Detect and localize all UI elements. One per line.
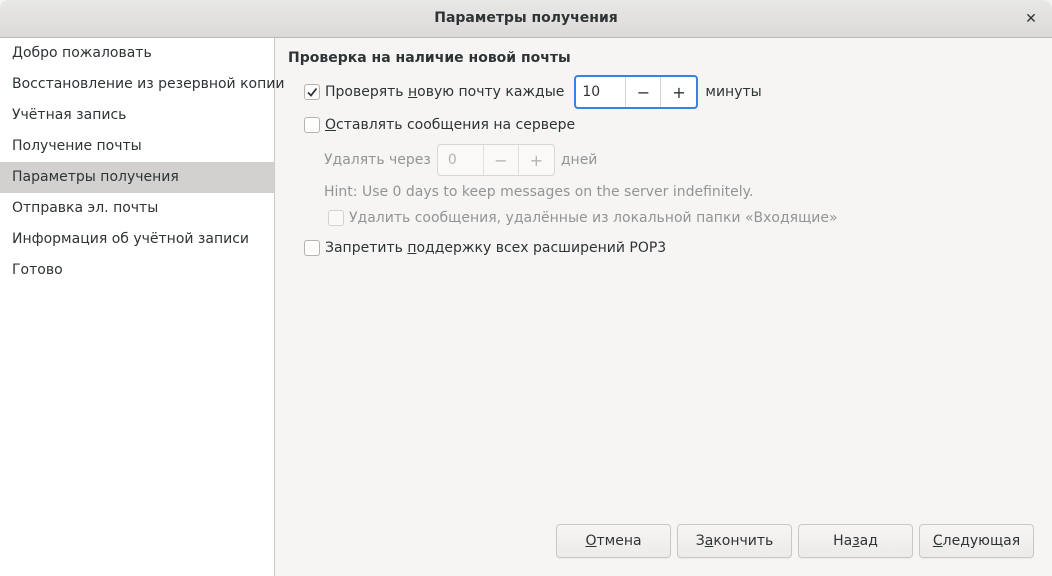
section-title: Проверка на наличие новой почты [288,50,571,66]
check-new-mail-label[interactable]: Проверять новую почту каждые [325,84,564,100]
sidebar-item-account[interactable]: Учётная запись [0,100,274,131]
disable-pop3-label[interactable]: Запретить поддержку всех расширений POP3 [325,240,666,256]
sidebar: Добро пожаловать Восстановление из резер… [0,38,284,576]
check-interval-spinbutton[interactable]: 10 − + [574,75,699,109]
main-panel: Проверка на наличие новой почты Проверят… [276,38,1052,576]
keep-on-server-label[interactable]: Оставлять сообщения на сервере [325,117,575,133]
delete-local-checkbox[interactable] [328,210,344,226]
keep-on-server-checkbox[interactable] [304,117,320,133]
delete-after-value[interactable]: 0 [438,145,484,175]
check-new-mail-row: Проверять новую почту каждые 10 − + мину… [304,75,762,109]
delete-local-row: Удалить сообщения, удалённые из локально… [328,210,838,226]
check-new-mail-checkbox[interactable] [304,84,320,100]
window-title: Параметры получения [434,10,618,26]
next-button[interactable]: Следующая [919,524,1034,558]
sidebar-item-account-summary[interactable]: Информация об учётной записи [0,224,274,255]
delete-after-label: Удалять через [324,152,431,168]
plus-icon[interactable]: + [661,77,696,107]
plus-icon[interactable]: + [519,145,554,175]
cancel-button[interactable]: Отмена [556,524,671,558]
delete-after-spinbutton[interactable]: 0 − + [436,144,555,176]
sidebar-item-restore-backup[interactable]: Восстановление из резервной копии [0,69,284,100]
sidebar-item-receiving-options[interactable]: Параметры получения [0,162,274,193]
sidebar-item-welcome[interactable]: Добро пожаловать [0,38,274,69]
disable-pop3-row: Запретить поддержку всех расширений POP3 [304,240,666,256]
finish-button[interactable]: За кончить [677,524,792,558]
title-bar: Параметры получения ✕ [0,0,1052,38]
keep-on-server-row: Оставлять сообщения на сервере [304,117,575,133]
delete-local-label[interactable]: Удалить сообщения, удалённые из локально… [349,210,838,226]
sidebar-item-receiving-email[interactable]: Получение почты [0,131,274,162]
close-icon[interactable]: ✕ [1020,8,1042,30]
checkmark-icon [307,87,318,97]
delete-after-row: Удалять через 0 − + дней [324,144,597,176]
back-button[interactable]: На з ад [798,524,913,558]
minus-icon[interactable]: − [626,77,662,107]
check-interval-unit: минуты [705,84,762,100]
disable-pop3-checkbox[interactable] [304,240,320,256]
check-interval-value[interactable]: 10 [576,77,627,107]
sidebar-item-done[interactable]: Готово [0,255,274,286]
minus-icon[interactable]: − [484,145,519,175]
delete-after-unit: дней [560,152,598,168]
sidebar-item-sending-email[interactable]: Отправка эл. почты [0,193,274,224]
hint-text: Hint: Use 0 days to keep messages on the… [324,184,754,200]
